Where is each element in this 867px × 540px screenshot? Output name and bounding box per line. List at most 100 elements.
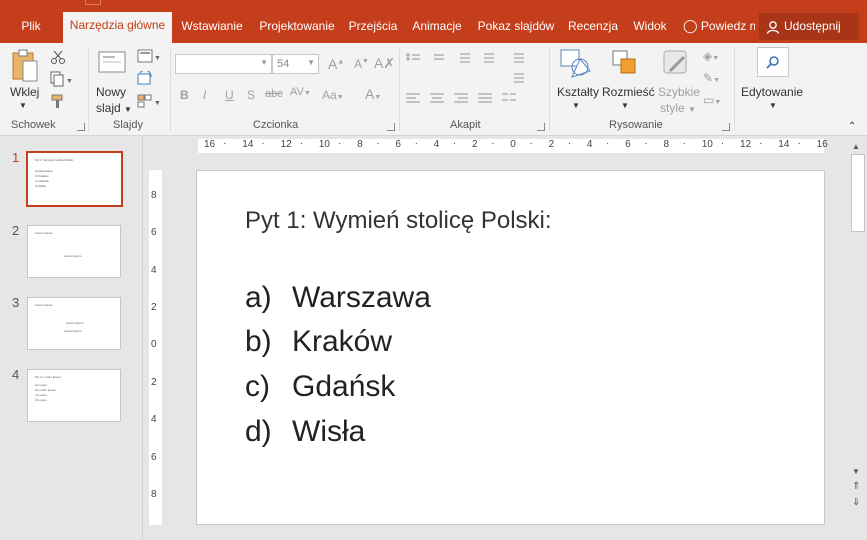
editing-button[interactable]: Edytowanie ▼ — [739, 47, 807, 117]
tab-slideshow[interactable]: Pokaz slajdów — [474, 13, 558, 43]
collapse-ribbon-icon[interactable]: ⌃ — [848, 121, 856, 132]
underline-button[interactable]: U — [225, 88, 234, 102]
ruler-tick: · — [682, 138, 686, 149]
paragraph-dialog-launcher[interactable] — [537, 123, 545, 131]
ruler-label: 12 — [740, 139, 752, 150]
tab-transitions[interactable]: Przejścia — [345, 13, 401, 43]
slide-thumbnail-2[interactable]: Lorem ipsum Lorem ipsum — [27, 225, 121, 278]
shapes-icon — [560, 49, 591, 78]
ruler-label: 6 — [151, 227, 157, 239]
shape-outline-icon[interactable]: ✎▼ — [703, 71, 720, 85]
shape-fill-icon[interactable]: ◈▼ — [703, 49, 719, 63]
ruler-label: 8 — [151, 488, 157, 500]
slide-thumbnails-pane: 1 Pyt 1: Wymień stolicę Polski: a) Warsz… — [0, 136, 142, 540]
paragraph-icons[interactable] — [404, 49, 544, 115]
ruler-label: 8 — [151, 190, 157, 201]
tab-home[interactable]: Narzędzia główne — [63, 12, 172, 43]
ribbon: Wklej ▼ ▼ Schowek Nowy slajd ▼ ▼ ▼ Slajd… — [0, 43, 867, 136]
tab-animations[interactable]: Animacje — [406, 13, 468, 43]
scroll-up-icon[interactable]: ▲ — [852, 142, 860, 151]
cut-icon[interactable] — [50, 49, 66, 65]
italic-button[interactable]: I — [203, 88, 206, 102]
format-painter-icon[interactable] — [50, 93, 66, 109]
option-c[interactable]: c) Gdańsk — [245, 370, 395, 404]
svg-text:▼: ▼ — [66, 78, 72, 85]
ruler-label: 14 — [778, 139, 790, 150]
vertical-ruler: 8 6 4 2 0 2 4 6 8 — [149, 170, 162, 525]
new-slide-button[interactable]: Nowy slajd ▼ — [92, 47, 132, 117]
font-size-combo[interactable]: 54 ▼ — [272, 54, 319, 74]
font-dialog-launcher[interactable] — [387, 123, 395, 131]
ruler-label: 8 — [663, 139, 669, 150]
ruler-tick: · — [567, 138, 572, 149]
ruler-label: 6 — [395, 139, 401, 150]
tab-review[interactable]: Recenzja — [564, 13, 622, 43]
clear-format-icon[interactable]: A✗ — [374, 55, 395, 72]
ruler-tick: · — [491, 138, 495, 149]
svg-text:▼: ▼ — [154, 100, 161, 107]
slide-thumbnail-4[interactable]: Pyt 2: Lorem ipsum a) Lorem b) Lorem ips… — [27, 369, 121, 422]
pane-splitter[interactable] — [142, 136, 143, 540]
char-spacing-button[interactable]: AV▼ — [290, 86, 311, 98]
font-name-combo[interactable]: ▼ — [175, 54, 272, 74]
slide-canvas[interactable]: Pyt 1: Wymień stolicę Polski: a) Warszawa… — [196, 170, 825, 525]
ruler-label: 16 — [816, 139, 828, 150]
slide-title[interactable]: Pyt 1: Wymień stolicę Polski: — [245, 207, 552, 235]
ruler-label: 4 — [151, 264, 157, 276]
new-slide-icon — [98, 51, 126, 73]
drawing-dialog-launcher[interactable] — [722, 123, 730, 131]
scrollbar-thumb[interactable] — [851, 154, 865, 232]
tab-insert[interactable]: Wstawianie — [176, 13, 248, 43]
shapes-button[interactable]: Kształty ▼ — [554, 47, 599, 117]
slide-thumbnail-1[interactable]: Pyt 1: Wymień stolicę Polski: a) Warszaw… — [26, 151, 123, 207]
ruler-tick: · — [720, 138, 725, 149]
shape-effects-icon[interactable]: ▭▼ — [703, 93, 721, 107]
ruler-label: 2 — [548, 139, 555, 150]
option-d[interactable]: d) Wisła — [245, 415, 365, 449]
tab-file[interactable]: Plik — [0, 13, 62, 43]
copy-icon[interactable]: ▼ — [50, 71, 72, 87]
ruler-label: 16 — [204, 139, 216, 150]
previous-slide-icon[interactable]: ⇑ — [852, 481, 860, 492]
shrink-font-icon[interactable]: A▼ — [354, 57, 369, 71]
ruler-label: 2 — [472, 139, 478, 150]
ruler-label: 0 — [510, 139, 516, 150]
ruler-label: 12 — [280, 139, 292, 150]
change-case-button[interactable]: Aa▼ — [322, 88, 344, 102]
font-color-button[interactable]: A▼ — [365, 86, 381, 102]
strikethrough-button[interactable]: abc — [265, 88, 283, 100]
reset-icon[interactable] — [137, 71, 153, 87]
option-a[interactable]: a) Warszawa — [245, 281, 431, 315]
ribbon-tab-bar: Plik Narzędzia główne Wstawianie Projekt… — [0, 0, 867, 43]
share-button[interactable]: Udostępnij — [759, 13, 859, 40]
next-slide-icon[interactable]: ⇓ — [852, 497, 860, 508]
ruler-label: 6 — [151, 451, 157, 463]
ruler-tick: · — [759, 138, 763, 149]
horizontal-ruler: 16 · 14 · 12 · 10 · 8 · 6 · 4 · 2 · 0 · 2 · 4 · 6 · 8 · 10 · 12 · 14 · 1… — [198, 138, 828, 153]
chevron-down-icon: ▼ — [19, 101, 27, 110]
quick-styles-button[interactable]: Szybkie style ▼ — [654, 47, 700, 117]
person-icon — [766, 21, 780, 34]
paste-button[interactable]: Wklej ▼ — [5, 47, 43, 117]
section-icon[interactable]: ▼ — [137, 93, 161, 109]
ruler-label: 14 — [242, 139, 254, 150]
grow-font-icon[interactable]: A▲ — [328, 56, 344, 72]
ruler-label: 8 — [357, 139, 363, 150]
clipboard-dialog-launcher[interactable] — [77, 123, 85, 131]
tab-design[interactable]: Projektowanie — [253, 13, 341, 43]
bold-button[interactable]: B — [180, 88, 189, 102]
arrange-button[interactable]: Rozmieść ▼ — [601, 47, 655, 117]
tab-view[interactable]: Widok — [627, 13, 673, 43]
ruler-label: 6 — [625, 139, 631, 150]
chevron-down-icon: ▼ — [260, 58, 268, 67]
quick-styles-icon — [663, 50, 687, 74]
ruler-tick: · — [299, 138, 304, 149]
slide-thumbnail-3[interactable]: Lorem ipsum Lorem ipsum Lorem ipsum — [27, 297, 121, 350]
option-b[interactable]: b) Kraków — [245, 325, 392, 359]
shadow-button[interactable]: S — [247, 88, 255, 102]
scroll-down-icon[interactable]: ▼ — [852, 467, 860, 476]
ruler-tick: · — [223, 138, 227, 149]
layout-icon[interactable]: ▼ — [137, 49, 161, 63]
tell-me-box[interactable]: ◯ Powiedz m — [683, 13, 755, 43]
vertical-scrollbar[interactable]: ▲ ▼ ⇑ ⇓ — [849, 136, 867, 540]
